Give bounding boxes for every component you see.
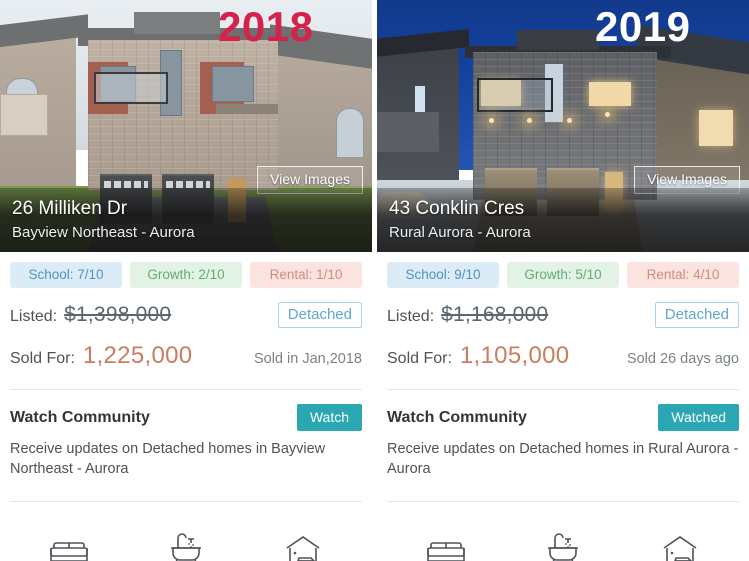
neighbour-house-left [0, 36, 76, 196]
property-community: Rural Aurora - Aurora [389, 223, 531, 241]
ratings-row: School: 9/10 Growth: 5/10 Rental: 4/10 [387, 262, 739, 288]
garage-icon [245, 526, 362, 561]
watch-button[interactable]: Watched [658, 404, 739, 431]
rental-rating-badge: Rental: 1/10 [250, 262, 362, 288]
listing-details-right: School: 9/10 Growth: 5/10 Rental: 4/10 L… [377, 262, 749, 561]
balcony [94, 72, 168, 104]
listed-price-group: Listed: $1,168,000 [387, 303, 548, 327]
property-community: Bayview Northeast - Aurora [12, 223, 195, 241]
upper-roof [517, 30, 599, 50]
watch-community-title: Watch Community [10, 408, 150, 426]
spec-bathrooms: 4 Bathrooms [504, 526, 621, 561]
divider [387, 501, 739, 503]
address-overlay: 26 Milliken Dr Bayview Northeast - Auror… [0, 188, 372, 252]
window [589, 82, 631, 106]
sold-price-group: Sold For: 1,225,000 [10, 342, 192, 370]
porch-roof [216, 104, 278, 114]
watch-button[interactable]: Watch [296, 404, 362, 431]
divider [10, 501, 362, 503]
property-specs-row: 4 Bedrooms [387, 526, 739, 561]
year-badge: 2018 [218, 3, 314, 50]
listed-price-value: $1,398,000 [64, 303, 172, 326]
property-type-badge: Detached [277, 302, 362, 328]
sold-price-row: Sold For: 1,225,000 Sold in Jan,2018 [10, 342, 362, 370]
neighbour-window [699, 110, 733, 146]
spec-garages: 2 Garages [622, 526, 739, 561]
listed-price-group: Listed: $1,398,000 [10, 303, 171, 327]
watch-community-header: Watch Community Watched [387, 404, 739, 431]
watch-community-header: Watch Community Watch [10, 404, 362, 431]
divider [387, 389, 739, 390]
property-type-badge: Detached [654, 302, 739, 328]
sold-date: Sold 26 days ago [626, 351, 739, 367]
balcony [477, 78, 553, 112]
exterior-light [567, 118, 572, 123]
upper-roof [134, 12, 220, 34]
sold-label: Sold For: [10, 350, 75, 367]
sold-label: Sold For: [387, 350, 452, 367]
property-photo-left[interactable]: 2018 View Images 26 Milliken Dr Bayview … [0, 0, 372, 252]
property-specs-row: 4 Bedrooms [10, 526, 362, 561]
sold-price-group: Sold For: 1,105,000 [387, 342, 569, 370]
property-address: 43 Conklin Cres [389, 198, 525, 219]
growth-rating-badge: Growth: 5/10 [507, 262, 619, 288]
exterior-light [527, 118, 532, 123]
listed-label: Listed: [10, 308, 58, 325]
watch-community-description: Receive updates on Detached homes in Rur… [387, 441, 739, 477]
listed-price-row: Listed: $1,168,000 Detached [387, 302, 739, 328]
address-overlay: 43 Conklin Cres Rural Aurora - Aurora [377, 188, 749, 252]
listing-card-left[interactable]: 2018 View Images 26 Milliken Dr Bayview … [0, 0, 372, 561]
watch-community-title: Watch Community [387, 408, 527, 426]
listed-label: Listed: [387, 308, 435, 325]
neighbour-window [336, 108, 364, 158]
bed-icon [10, 526, 127, 561]
listing-details-left: School: 7/10 Growth: 2/10 Rental: 1/10 L… [0, 262, 372, 561]
neighbour-garage [377, 112, 439, 152]
sold-price-value: 1,105,000 [459, 342, 570, 369]
year-badge: 2019 [595, 3, 691, 50]
ratings-row: School: 7/10 Growth: 2/10 Rental: 1/10 [10, 262, 362, 288]
sold-price-row: Sold For: 1,105,000 Sold 26 days ago [387, 342, 739, 370]
sold-price-value: 1,225,000 [82, 342, 193, 369]
listing-card-right[interactable]: 2019 View Images 43 Conklin Cres Rural A… [377, 0, 749, 561]
bathtub-icon [127, 526, 244, 561]
property-photo-right[interactable]: 2019 View Images 43 Conklin Cres Rural A… [377, 0, 749, 252]
listing-comparison-row: 2018 View Images 26 Milliken Dr Bayview … [0, 0, 749, 561]
neighbour-garage [0, 94, 48, 136]
listed-price-row: Listed: $1,398,000 Detached [10, 302, 362, 328]
property-address: 26 Milliken Dr [12, 198, 128, 219]
school-rating-badge: School: 9/10 [387, 262, 499, 288]
exterior-light [489, 118, 494, 123]
bathtub-icon [504, 526, 621, 561]
spec-bedrooms: 4 Bedrooms [10, 526, 127, 561]
spec-garages: 2 Garages [245, 526, 362, 561]
spec-bedrooms: 4 Bedrooms [387, 526, 504, 561]
window [212, 66, 254, 102]
bed-icon [387, 526, 504, 561]
rental-rating-badge: Rental: 4/10 [627, 262, 739, 288]
divider [10, 389, 362, 390]
exterior-light [605, 112, 610, 117]
school-rating-badge: School: 7/10 [10, 262, 122, 288]
garage-icon [622, 526, 739, 561]
spec-bathrooms: 4 Bathrooms [127, 526, 244, 561]
watch-community-description: Receive updates on Detached homes in Bay… [10, 441, 326, 477]
listed-price-value: $1,168,000 [441, 303, 549, 326]
sold-date: Sold in Jan,2018 [253, 351, 362, 367]
growth-rating-badge: Growth: 2/10 [130, 262, 242, 288]
